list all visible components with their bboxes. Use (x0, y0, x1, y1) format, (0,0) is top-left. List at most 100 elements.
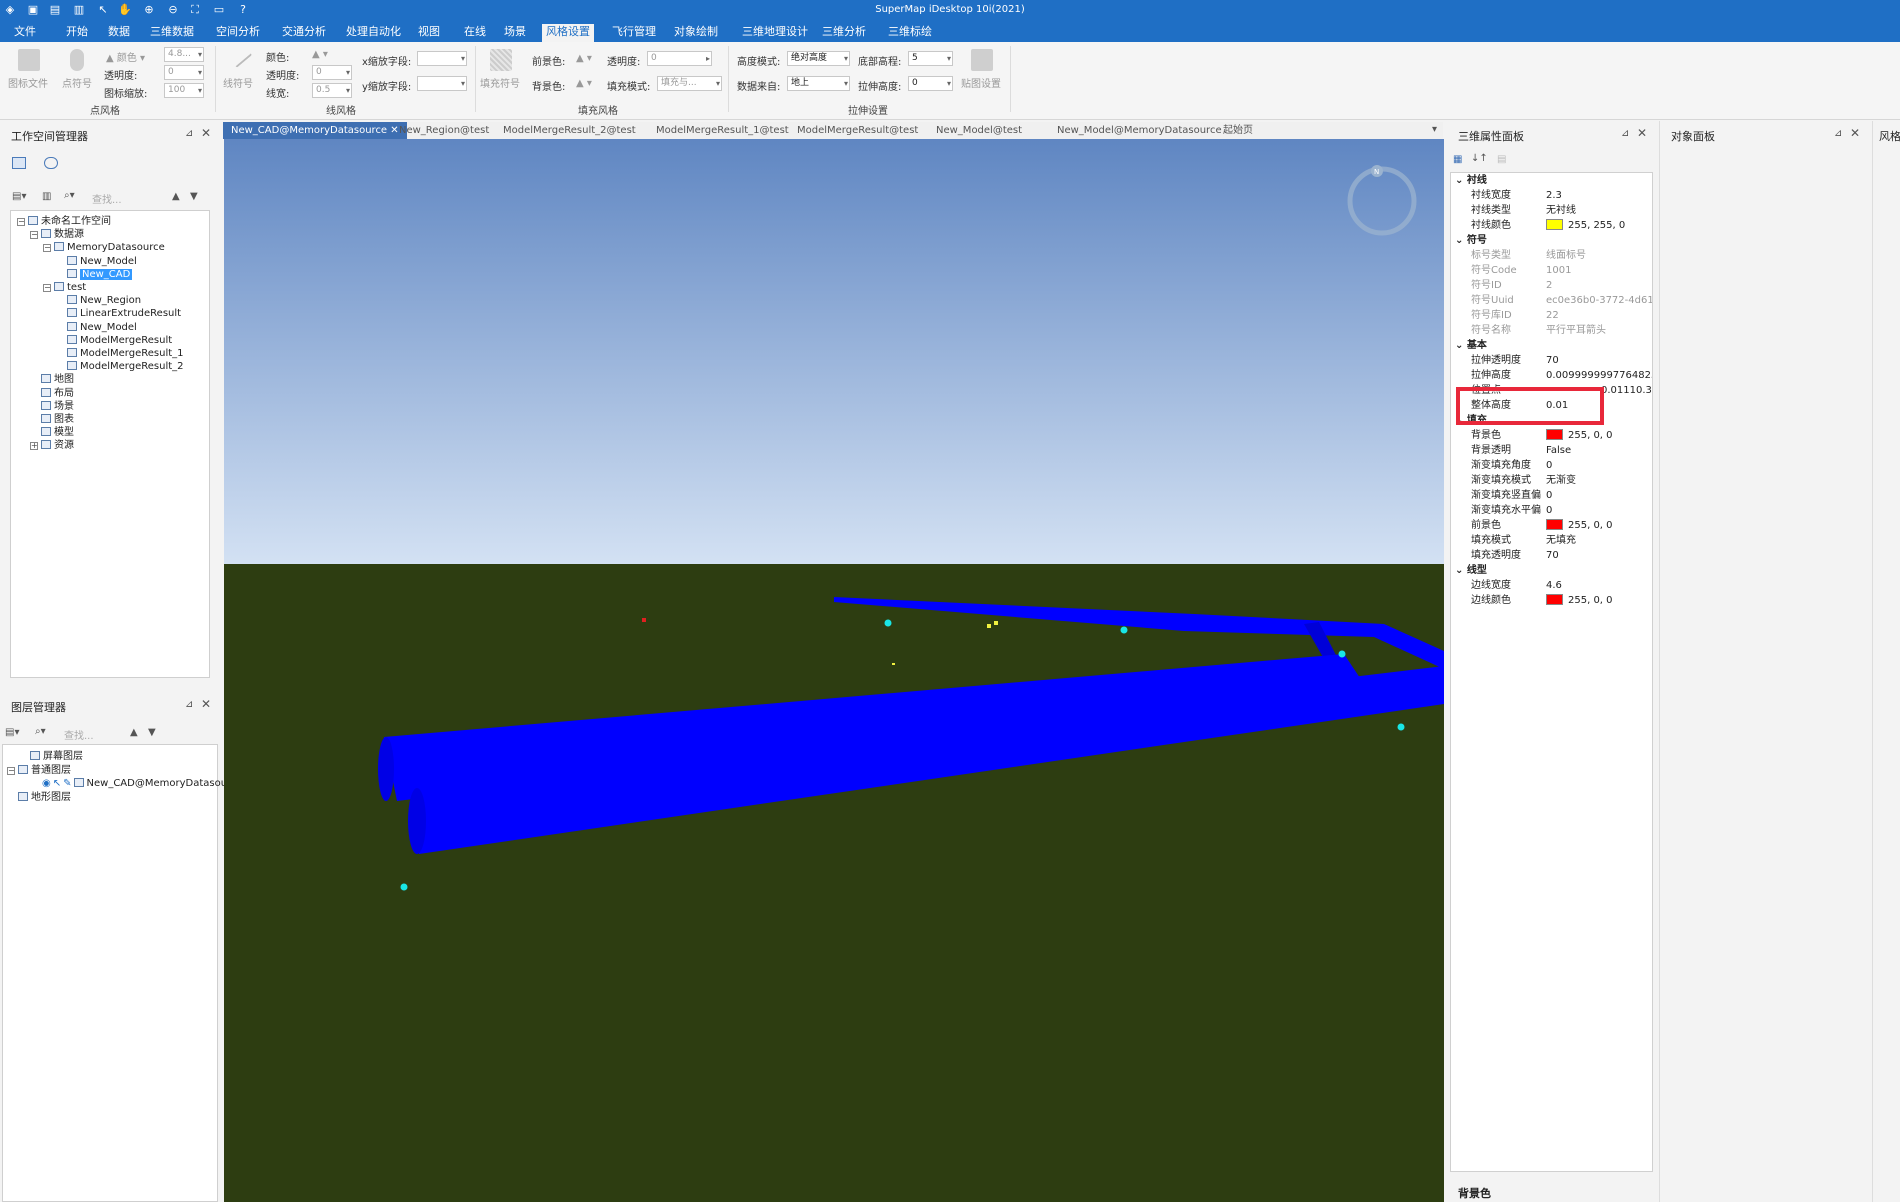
collapse-icon[interactable]: ⌄ (1455, 175, 1467, 186)
property-row[interactable]: 符号Code 1001 (1451, 263, 1651, 278)
search-icon[interactable]: ⌕▾ (35, 726, 46, 737)
color-swatch[interactable] (1546, 594, 1563, 605)
collapse-icon[interactable]: − (30, 231, 38, 240)
property-row[interactable]: 背景色 255, 0, 0 (1451, 428, 1651, 443)
property-row[interactable]: 衬线颜色 255, 255, 0 (1451, 218, 1651, 233)
point-opacity-field[interactable]: 0 ▾ (164, 65, 204, 80)
line-width-field[interactable]: 0.5 ▾ (312, 83, 352, 98)
property-pages-icon[interactable]: ▤ (1497, 154, 1506, 165)
point-symbol-button[interactable]: 点符号 (62, 75, 92, 90)
scene-point[interactable] (1120, 626, 1128, 634)
tree-item[interactable]: ModelMergeResult (56, 334, 172, 347)
tab-overflow-icon[interactable]: ▾ (1432, 124, 1437, 135)
color-swatch[interactable] (1546, 219, 1563, 230)
arrow-up-icon[interactable]: ▲ (172, 191, 180, 202)
document-tab[interactable]: ModelMergeResult_1@test (648, 122, 797, 139)
property-row[interactable]: 符号库ID 22 (1451, 308, 1651, 323)
tree-item[interactable]: 地图 (30, 373, 74, 386)
scene-point[interactable] (987, 624, 991, 628)
menu-item[interactable]: 交通分析 (278, 25, 330, 39)
property-row[interactable]: 填充模式 无填充 (1451, 533, 1651, 548)
tree-item[interactable]: New_Region (56, 294, 141, 307)
color-swatch[interactable] (1546, 519, 1563, 530)
tree-item[interactable]: − 未命名工作空间 (17, 215, 111, 228)
tree-item[interactable]: 模型 (30, 426, 74, 439)
tree-item[interactable]: − test (43, 281, 86, 294)
collapse-icon[interactable]: − (7, 766, 15, 775)
tree-item[interactable]: New_CAD (56, 268, 133, 281)
scene-canvas[interactable]: N (224, 139, 1444, 1202)
tree-item[interactable]: + 资源 (30, 439, 74, 452)
pin-icon[interactable]: ⊿ (185, 128, 193, 139)
property-category[interactable]: ⌄ 符号 (1451, 233, 1651, 248)
layer-item[interactable]: 屏幕图层 (19, 750, 83, 763)
property-value[interactable]: 0 (1546, 488, 1552, 503)
scene-point[interactable] (642, 618, 646, 622)
close-icon[interactable]: ✕ (1637, 126, 1647, 140)
menu-item[interactable]: 数据 (104, 25, 134, 39)
data-source-select[interactable]: 地上 ▾ (787, 76, 850, 91)
menu-item[interactable]: 开始 (62, 25, 92, 39)
tree-item[interactable]: LinearExtrudeResult (56, 307, 181, 320)
property-category[interactable]: ⌄ 线型 (1451, 563, 1651, 578)
extrude-height-field[interactable]: 0 ▾ (908, 76, 953, 91)
property-value[interactable]: 无填充 (1546, 533, 1576, 548)
layer-search-input[interactable]: 查找... (64, 727, 94, 742)
property-value[interactable]: 0.01110.39 (1601, 383, 1652, 398)
property-row[interactable]: 渐变填充水平偏 0 (1451, 503, 1651, 518)
property-value[interactable]: 4.6 (1546, 578, 1562, 593)
pin-icon[interactable]: ⊿ (1621, 128, 1629, 139)
property-row[interactable]: 衬线类型 无衬线 (1451, 203, 1651, 218)
tree-item[interactable]: 布局 (30, 387, 74, 400)
document-tab[interactable]: New_CAD@MemoryDatasource ✕ (223, 122, 407, 139)
pin-icon[interactable]: ⊿ (185, 699, 193, 710)
property-value[interactable]: 无衬线 (1546, 203, 1576, 218)
line-opacity-field[interactable]: 0 ▾ (312, 65, 352, 80)
fill-symbol-button[interactable]: 填充符号 (480, 75, 520, 90)
arrow-down-icon[interactable]: ▼ (190, 191, 198, 202)
property-row[interactable]: 衬线宽度 2.3 (1451, 188, 1651, 203)
property-value[interactable]: False (1546, 443, 1571, 458)
property-row[interactable]: 填充透明度 70 (1451, 548, 1651, 563)
arrow-up-icon[interactable]: ▲ (130, 727, 138, 738)
property-row[interactable]: 拉伸高度 0.0099999997764825821 (1451, 368, 1652, 383)
close-icon[interactable]: ✕ (201, 697, 211, 711)
property-value[interactable]: 2.3 (1546, 188, 1562, 203)
property-row[interactable]: 符号名称 平行平耳箭头 (1451, 323, 1651, 338)
property-row[interactable]: 拉伸透明度 70 (1451, 353, 1651, 368)
workspace-icon[interactable] (12, 157, 26, 169)
property-row[interactable]: 符号ID 2 (1451, 278, 1651, 293)
property-value[interactable]: 2 (1546, 278, 1552, 293)
scene-point[interactable] (884, 619, 892, 627)
property-row[interactable]: 标号类型 线面标号 (1451, 248, 1651, 263)
icon-scale-field[interactable]: 100 ▾ (164, 83, 204, 98)
workspace-search-input[interactable]: 查找... (92, 191, 122, 206)
close-icon[interactable]: ✕ (1850, 126, 1860, 140)
collapse-icon[interactable]: ⌄ (1455, 340, 1467, 351)
property-row[interactable]: 边线颜色 255, 0, 0 (1451, 593, 1651, 608)
sort-icon[interactable]: ↓↑ (1471, 153, 1488, 164)
tree-item[interactable]: New_Model (56, 255, 137, 268)
property-row[interactable]: 渐变填充竖直偏 0 (1451, 488, 1651, 503)
icon-file-button[interactable]: 图标文件 (8, 75, 48, 90)
eye-icon[interactable]: ◉ (42, 778, 51, 789)
document-tab[interactable]: ModelMergeResult@test (789, 122, 926, 139)
property-value[interactable]: ec0e36b0-3772-4d61-be4 (1546, 293, 1652, 308)
document-tab[interactable]: ModelMergeResult_2@test (495, 122, 644, 139)
property-row[interactable]: 背景透明 False (1451, 443, 1651, 458)
arrow-down-icon[interactable]: ▼ (148, 727, 156, 738)
x-scale-field[interactable]: ▾ (417, 51, 467, 66)
line-symbol-button[interactable]: 线符号 (223, 75, 253, 90)
y-scale-field[interactable]: ▾ (417, 76, 467, 91)
menu-item[interactable]: 文件 (10, 25, 40, 39)
tree-item[interactable]: New_Model (56, 321, 137, 334)
tree-item[interactable]: 图表 (30, 413, 74, 426)
tree-item[interactable]: − MemoryDatasource (43, 241, 165, 254)
property-row[interactable]: 渐变填充角度 0 (1451, 458, 1651, 473)
menu-item[interactable]: 三维标绘 (884, 25, 936, 39)
menu-item[interactable]: 三维数据 (146, 25, 198, 39)
layer-add-icon[interactable]: ▤▾ (5, 727, 19, 738)
document-tab[interactable]: New_Model@MemoryDatasource (1049, 122, 1230, 139)
collapse-icon[interactable]: ⌄ (1455, 235, 1467, 246)
menu-item[interactable]: 视图 (414, 25, 444, 39)
